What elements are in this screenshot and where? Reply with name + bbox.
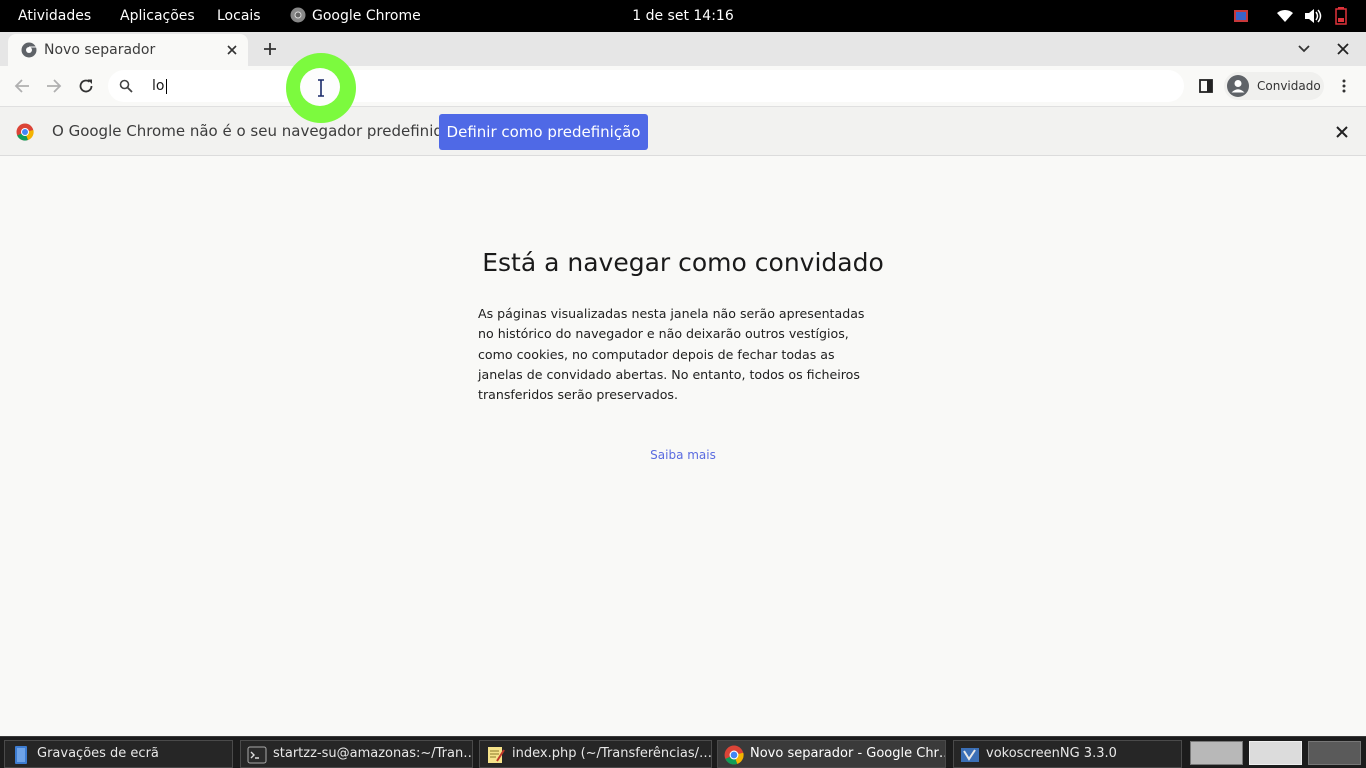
taskbar-item-label: vokoscreenNG 3.3.0: [986, 746, 1117, 761]
text-cursor-icon: [318, 79, 324, 97]
taskbar-item-vokoscreen[interactable]: vokoscreenNG 3.3.0: [953, 740, 1182, 768]
reload-button[interactable]: [74, 74, 98, 98]
profile-label: Convidado: [1257, 79, 1321, 93]
avatar-icon: [1227, 75, 1249, 97]
battery-icon[interactable]: [1332, 6, 1350, 26]
guest-description: As páginas visualizadas nesta janela não…: [478, 306, 865, 403]
workspace-3[interactable]: [1308, 741, 1361, 765]
chevron-down-icon: [1298, 45, 1310, 53]
side-panel-button[interactable]: [1194, 74, 1218, 98]
chrome-logo-icon: [16, 123, 34, 141]
vokoscreen-icon: [961, 748, 979, 762]
search-icon: [119, 79, 133, 93]
text-editor-icon: [488, 747, 505, 763]
wifi-icon[interactable]: [1274, 6, 1296, 26]
reload-icon: [79, 79, 93, 93]
screen-record-icon[interactable]: [1231, 6, 1251, 26]
tab-novo-separador[interactable]: Novo separador: [8, 34, 248, 66]
volume-icon[interactable]: [1302, 6, 1324, 26]
text-caret: [166, 79, 167, 94]
taskbar-item-terminal[interactable]: startzz-su@amazonas:~/Tran…: [240, 740, 473, 768]
browser-toolbar: Convidado: [0, 66, 1366, 106]
tab-search-button[interactable]: [1292, 37, 1316, 61]
guest-page: Está a navegar como convidado As páginas…: [0, 156, 1366, 736]
cursor-highlight: [286, 53, 356, 123]
page-title: Está a navegar como convidado: [482, 248, 884, 277]
taskbar-item-text-editor[interactable]: index.php (~/Transferências/…: [479, 740, 712, 768]
guest-profile-button[interactable]: Convidado: [1224, 72, 1324, 100]
close-icon: [1337, 43, 1349, 55]
set-default-button[interactable]: Definir como predefinição: [439, 114, 648, 150]
file-manager-icon: [15, 746, 27, 764]
taskbar-item-chrome[interactable]: Novo separador - Google Chr…: [717, 740, 946, 768]
side-panel-icon: [1199, 79, 1213, 93]
tab-title: Novo separador: [44, 42, 156, 58]
arrow-right-icon: [47, 79, 62, 93]
plus-icon: [264, 43, 276, 55]
terminal-icon: [247, 746, 267, 764]
workspace-1[interactable]: [1190, 741, 1243, 765]
tab-strip: Novo separador: [0, 32, 1366, 66]
taskbar-item-label: index.php (~/Transferências/…: [512, 746, 712, 761]
gnome-top-bar: Atividades Aplicações Locais Google Chro…: [0, 0, 1366, 32]
window-close-button[interactable]: [1331, 37, 1355, 61]
learn-more-link: Saiba mais: [0, 448, 1366, 462]
incognito-guest-icon: [21, 42, 37, 58]
workspace-2[interactable]: [1249, 741, 1302, 765]
taskbar-item-screen-recordings[interactable]: Gravações de ecrã: [4, 740, 233, 768]
forward-button[interactable]: [42, 74, 66, 98]
infobar-message: O Google Chrome não é o seu navegador pr…: [52, 122, 457, 140]
default-browser-infobar: O Google Chrome não é o seu navegador pr…: [0, 106, 1366, 156]
learn-more-link-text[interactable]: Saiba mais: [650, 448, 716, 462]
arrow-left-icon: [14, 79, 29, 93]
menu-button[interactable]: [1332, 74, 1356, 98]
taskbar-item-label: startzz-su@amazonas:~/Tran…: [273, 746, 473, 761]
window-list-taskbar: Gravações de ecrã startzz-su@amazonas:~/…: [0, 736, 1366, 768]
taskbar-item-label: Novo separador - Google Chr…: [750, 746, 946, 761]
back-button[interactable]: [10, 74, 34, 98]
three-dots-vertical-icon: [1342, 79, 1346, 93]
infobar-close-icon[interactable]: [1333, 123, 1351, 141]
tab-close-icon[interactable]: [224, 42, 240, 58]
chrome-icon: [724, 745, 744, 765]
address-bar[interactable]: [108, 70, 1184, 102]
new-tab-button[interactable]: [258, 37, 282, 61]
clock[interactable]: 1 de set 14:16: [0, 0, 1366, 32]
taskbar-item-label: Gravações de ecrã: [37, 746, 159, 761]
